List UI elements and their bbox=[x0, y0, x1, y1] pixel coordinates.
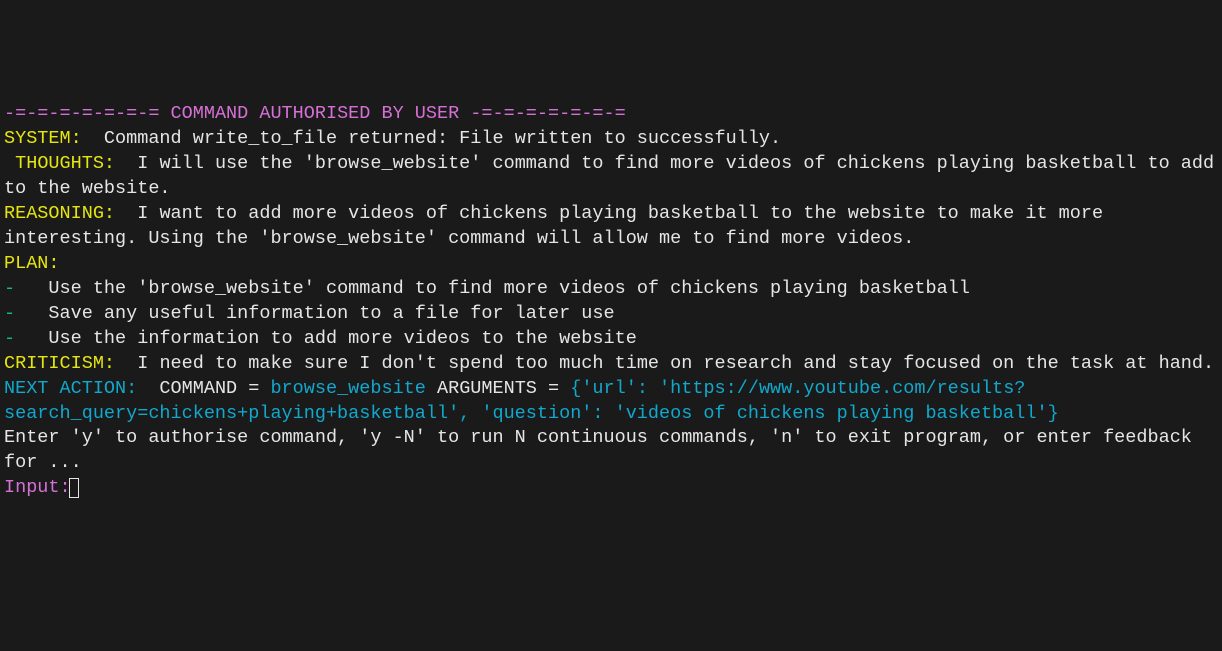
criticism-text: I need to make sure I don't spend too mu… bbox=[115, 353, 1214, 374]
plan-bullet-2: Use the information to add more videos t… bbox=[26, 328, 637, 349]
criticism-label: CRITICISM: bbox=[4, 353, 115, 374]
plan-bullet-1: Save any useful information to a file fo… bbox=[26, 303, 614, 324]
plan-bullet-dash: - bbox=[4, 303, 26, 324]
cursor-icon[interactable] bbox=[69, 478, 79, 498]
plan-bullet-dash: - bbox=[4, 278, 26, 299]
system-text: Command write_to_file returned: File wri… bbox=[82, 128, 781, 149]
plan-label: PLAN: bbox=[4, 253, 71, 274]
input-label: Input: bbox=[4, 477, 71, 498]
header-dashes-right: -=-=-=-=-=-=-= bbox=[470, 103, 625, 124]
thoughts-label: THOUGHTS: bbox=[4, 153, 115, 174]
command-value: browse_website bbox=[270, 378, 425, 399]
next-action-label: NEXT ACTION: bbox=[4, 378, 148, 399]
plan-bullet-0: Use the 'browse_website' command to find… bbox=[26, 278, 970, 299]
terminal-output: -=-=-=-=-=-=-= COMMAND AUTHORISED BY USE… bbox=[4, 102, 1218, 502]
reasoning-label: REASONING: bbox=[4, 203, 115, 224]
system-label: SYSTEM: bbox=[4, 128, 82, 149]
thoughts-text: I will use the 'browse_website' command … bbox=[4, 153, 1222, 199]
header-dashes-left: -=-=-=-=-=-=-= bbox=[4, 103, 159, 124]
plan-bullet-dash: - bbox=[4, 328, 26, 349]
arguments-label: ARGUMENTS = bbox=[426, 378, 570, 399]
reasoning-text: I want to add more videos of chickens pl… bbox=[4, 203, 1114, 249]
header-title: COMMAND AUTHORISED BY USER bbox=[159, 103, 470, 124]
prompt-text: Enter 'y' to authorise command, 'y -N' t… bbox=[4, 427, 1203, 473]
command-label: COMMAND = bbox=[148, 378, 270, 399]
